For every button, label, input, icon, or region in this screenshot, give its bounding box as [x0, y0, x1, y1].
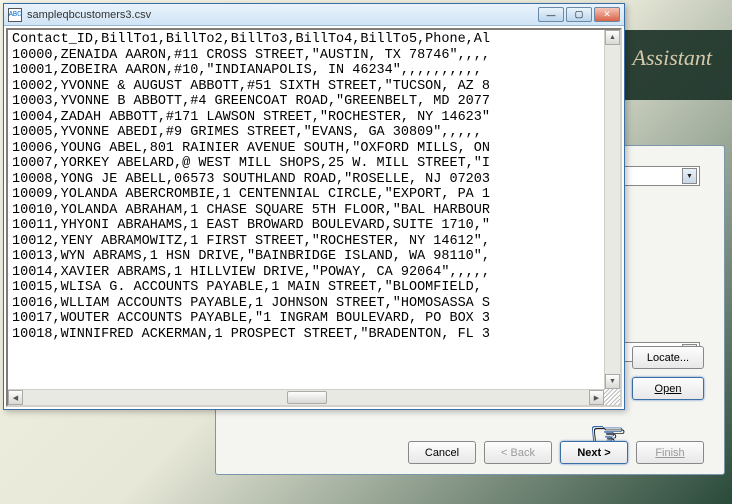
- titlebar[interactable]: ABC sampleqbcustomers3.csv — ▢ ✕: [4, 4, 624, 26]
- next-button[interactable]: Next >: [560, 441, 628, 464]
- scrollbar-vertical[interactable]: ▲ ▼: [604, 30, 620, 389]
- file-viewer-window: ABC sampleqbcustomers3.csv — ▢ ✕ Contact…: [3, 3, 625, 410]
- scrollbar-horizontal[interactable]: ◀ ▶: [8, 389, 604, 405]
- file-text[interactable]: Contact_ID,BillTo1,BillTo2,BillTo3,BillT…: [8, 30, 604, 389]
- resize-grip[interactable]: [604, 389, 620, 405]
- scroll-right-icon[interactable]: ▶: [589, 390, 604, 405]
- minimize-button[interactable]: —: [538, 7, 564, 22]
- bg-script-text: Assistant: [633, 45, 712, 71]
- file-icon: ABC: [8, 8, 22, 22]
- cancel-button[interactable]: Cancel: [408, 441, 476, 464]
- maximize-button[interactable]: ▢: [566, 7, 592, 22]
- open-button[interactable]: Open: [632, 377, 704, 400]
- wizard-footer: Cancel < Back Next > Finish: [216, 441, 724, 464]
- chevron-down-icon: ▼: [682, 168, 697, 184]
- window-title: sampleqbcustomers3.csv: [27, 9, 538, 21]
- back-button: < Back: [484, 441, 552, 464]
- scroll-left-icon[interactable]: ◀: [8, 390, 23, 405]
- locate-button[interactable]: Locate...: [632, 346, 704, 369]
- scroll-thumb[interactable]: [287, 391, 327, 404]
- side-buttons: Locate... Open: [632, 346, 704, 400]
- close-button[interactable]: ✕: [594, 7, 620, 22]
- finish-button: Finish: [636, 441, 704, 464]
- scroll-down-icon[interactable]: ▼: [605, 374, 620, 389]
- file-client-area: Contact_ID,BillTo1,BillTo2,BillTo3,BillT…: [6, 28, 622, 407]
- scroll-up-icon[interactable]: ▲: [605, 30, 620, 45]
- window-buttons: — ▢ ✕: [538, 7, 620, 22]
